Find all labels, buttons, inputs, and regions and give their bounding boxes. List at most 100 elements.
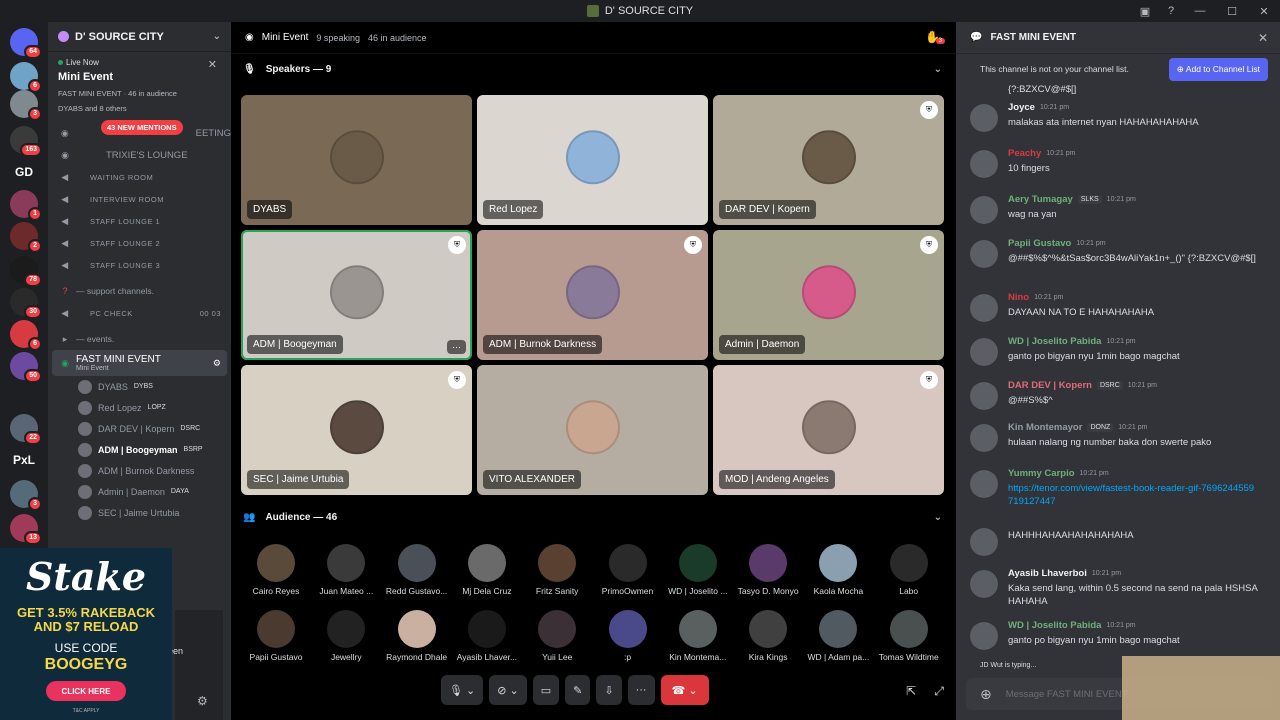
audience-member[interactable]: Tomas Wildtime — [874, 610, 944, 674]
member-item[interactable]: Red Lopez LOPZ — [48, 397, 231, 418]
avatar[interactable] — [970, 570, 998, 598]
speaker-tile[interactable]: ⛨ ADM | Burnok Darkness — [477, 230, 708, 360]
avatar[interactable] — [970, 196, 998, 224]
audience-header[interactable]: 👥 Audience — 46 ⌄ — [231, 502, 956, 532]
chat-message[interactable]: Aery Tumagay SLKS 10:21 pm wag na yan — [956, 194, 1280, 224]
server-icon[interactable]: GD — [10, 158, 38, 186]
message-author[interactable]: Kin Montemayor — [1008, 422, 1082, 433]
chat-message[interactable]: Joyce 10:21 pm malakas ata internet nyan H… — [956, 102, 1280, 132]
audience-member[interactable]: Jewellry — [311, 610, 381, 674]
audience-member[interactable]: WD | Adam pa... — [803, 610, 873, 674]
chat-message[interactable]: HAHHHAHAAHAHAHAHAHA — [956, 526, 1280, 556]
chevron-down-icon[interactable]: ⌄ — [934, 512, 942, 523]
message-author[interactable]: WD | Joselito Pabida — [1008, 336, 1101, 347]
close-window-button[interactable]: ✕ — [1248, 5, 1280, 18]
server-icon[interactable]: 50 — [10, 352, 42, 383]
message-author[interactable]: DAR DEV | Kopern — [1008, 380, 1092, 391]
avatar[interactable] — [970, 424, 998, 452]
chat-message[interactable]: WD | Joselito Pabida 10:21 pm ganto po big… — [956, 620, 1280, 650]
speaker-tile[interactable]: DYABS — [241, 95, 472, 225]
speaker-tile[interactable]: ⛨ DAR DEV | Kopern — [713, 95, 944, 225]
chat-message[interactable]: Ayasib Lhaverboi 10:21 pm Kaka send lang, … — [956, 568, 1280, 608]
avatar[interactable] — [970, 150, 998, 178]
audience-member[interactable]: Fritz Sanity — [522, 544, 592, 608]
member-item[interactable]: DYABS DYBS — [48, 376, 231, 397]
user-settings-icon[interactable]: ⚙ — [197, 694, 208, 708]
server-icon[interactable]: 6 — [10, 62, 42, 93]
message-author[interactable]: Yummy Carpio — [1008, 468, 1075, 479]
chevron-down-icon[interactable]: ⌄ — [213, 31, 221, 42]
server-icon[interactable]: 1 — [10, 190, 42, 221]
settings-icon[interactable]: ⚙ — [213, 358, 221, 369]
ad-cta-button[interactable]: CLICK HERE — [46, 681, 126, 701]
share-screen-button[interactable]: ▭ — [532, 675, 560, 705]
stake-ad[interactable]: Stake GET 3.5% RAKEBACK AND $7 RELOAD USE… — [0, 548, 172, 720]
close-icon[interactable]: ✕ — [208, 58, 217, 71]
server-icon[interactable]: 64 — [10, 28, 42, 59]
audience-member[interactable]: PrimoOwmen — [593, 544, 663, 608]
chat-message[interactable]: WD | Joselito Pabida 10:21 pm ganto po big… — [956, 336, 1280, 366]
audience-member[interactable]: Redd Gustavo... — [382, 544, 452, 608]
member-item[interactable]: Admin | Daemon DAYA — [48, 481, 231, 502]
chat-message[interactable]: Yummy Carpio 10:21 pm https://tenor.com/vi… — [956, 468, 1280, 508]
activities-button[interactable]: ✎ — [565, 675, 591, 705]
chat-message[interactable]: Nino 10:21 pm DAYAAN NA TO E HAHAHAHAHA — [956, 292, 1280, 322]
channel-waiting-room[interactable]: ◀ WAITING ROOM — [48, 166, 231, 188]
avatar[interactable] — [970, 240, 998, 268]
speaker-tile[interactable]: ⛨ ADM | Boogeyman ··· — [241, 230, 472, 360]
speaker-tile[interactable]: ⛨ Admin | Daemon — [713, 230, 944, 360]
speaker-tile[interactable]: Red Lopez — [477, 95, 708, 225]
move-audience-button[interactable]: ⇩ — [596, 675, 622, 705]
inbox-icon[interactable]: ▣ — [1132, 5, 1158, 18]
help-icon[interactable]: ? — [1158, 5, 1184, 17]
mute-button[interactable]: 🎙 ⌄ — [441, 675, 484, 705]
member-item[interactable]: SEC | Jaime Urtubia — [48, 502, 231, 523]
speaker-tile[interactable]: ⛨ MOD | Andeng Angeles — [713, 365, 944, 495]
fullscreen-icon[interactable]: ⤢ — [934, 684, 944, 699]
server-icon[interactable]: 3 — [10, 90, 42, 121]
channel-staff-lounge-3[interactable]: ◀ STAFF LOUNGE 3 — [48, 254, 231, 276]
channel-fast-mini-event[interactable]: ◉ FAST MINI EVENT Mini Event ⚙ — [52, 350, 227, 376]
camera-button[interactable]: ⊘ ⌄ — [489, 675, 527, 705]
audience-member[interactable]: Juan Mateo ... — [311, 544, 381, 608]
avatar[interactable] — [970, 528, 998, 556]
chevron-down-icon[interactable]: ⌄ — [934, 64, 942, 75]
audience-member[interactable]: Mj Dela Cruz — [452, 544, 522, 608]
message-author[interactable]: Ayasib Lhaverboi — [1008, 568, 1087, 579]
member-item[interactable]: ADM | Burnok Darkness — [48, 460, 231, 481]
popout-icon[interactable]: ⇱ — [906, 684, 916, 698]
message-list[interactable]: {?:BZXCV@#$[] Joyce 10:21 pm malakas ata i… — [956, 84, 1280, 674]
server-icon[interactable]: 163 — [10, 126, 42, 157]
speakers-header[interactable]: 🎙 Speakers — 9 ⌄ — [231, 54, 956, 84]
avatar[interactable] — [970, 470, 998, 498]
raise-hand-icon[interactable]: ✋ 3 — [925, 30, 945, 44]
audience-member[interactable]: WD | Joselito ... — [663, 544, 733, 608]
channel-pc-check[interactable]: ◀ PC CHECK 00 03 — [48, 302, 231, 324]
server-icon[interactable]: 22 — [10, 414, 42, 445]
more-button[interactable]: ··· — [627, 675, 655, 705]
add-to-channel-list-button[interactable]: ⊕ Add to Channel List — [1168, 58, 1268, 81]
message-author[interactable]: Joyce — [1008, 102, 1035, 113]
category-events[interactable]: ▸ — events. — [48, 328, 231, 350]
chat-message[interactable]: Kin Montemayor DONZ 10:21 pm hulaan nalang … — [956, 422, 1280, 452]
channel-staff-lounge-1[interactable]: ◀ STAFF LOUNGE 1 — [48, 210, 231, 232]
leave-call-button[interactable]: ☎ ⌄ — [660, 675, 709, 705]
audience-member[interactable]: Yuii Lee — [522, 610, 592, 674]
channel-meeting[interactable]: ◉ 43 NEW MENTIONS EETING — [48, 120, 231, 144]
minimize-button[interactable]: — — [1184, 5, 1216, 17]
audience-member[interactable]: Raymond Dhale — [382, 610, 452, 674]
audience-member[interactable]: Kira Kings — [733, 610, 803, 674]
avatar[interactable] — [970, 294, 998, 322]
speaker-tile[interactable]: ⛨ SEC | Jaime Urtubia — [241, 365, 472, 495]
server-icon[interactable]: PxL — [10, 446, 38, 474]
maximize-button[interactable]: ☐ — [1216, 5, 1248, 18]
chat-message[interactable]: Peachy 10:21 pm 10 fingers — [956, 148, 1280, 178]
avatar[interactable] — [970, 338, 998, 366]
audience-member[interactable]: Kin Montema... — [663, 610, 733, 674]
member-item[interactable]: DAR DEV | Kopern DSRC — [48, 418, 231, 439]
speaker-tile[interactable]: VITO ALEXANDER — [477, 365, 708, 495]
channel-interview-room[interactable]: ◀ INTERVIEW ROOM — [48, 188, 231, 210]
avatar[interactable] — [970, 104, 998, 132]
channel-staff-lounge-2[interactable]: ◀ STAFF LOUNGE 2 — [48, 232, 231, 254]
close-icon[interactable]: ✕ — [1258, 31, 1268, 45]
